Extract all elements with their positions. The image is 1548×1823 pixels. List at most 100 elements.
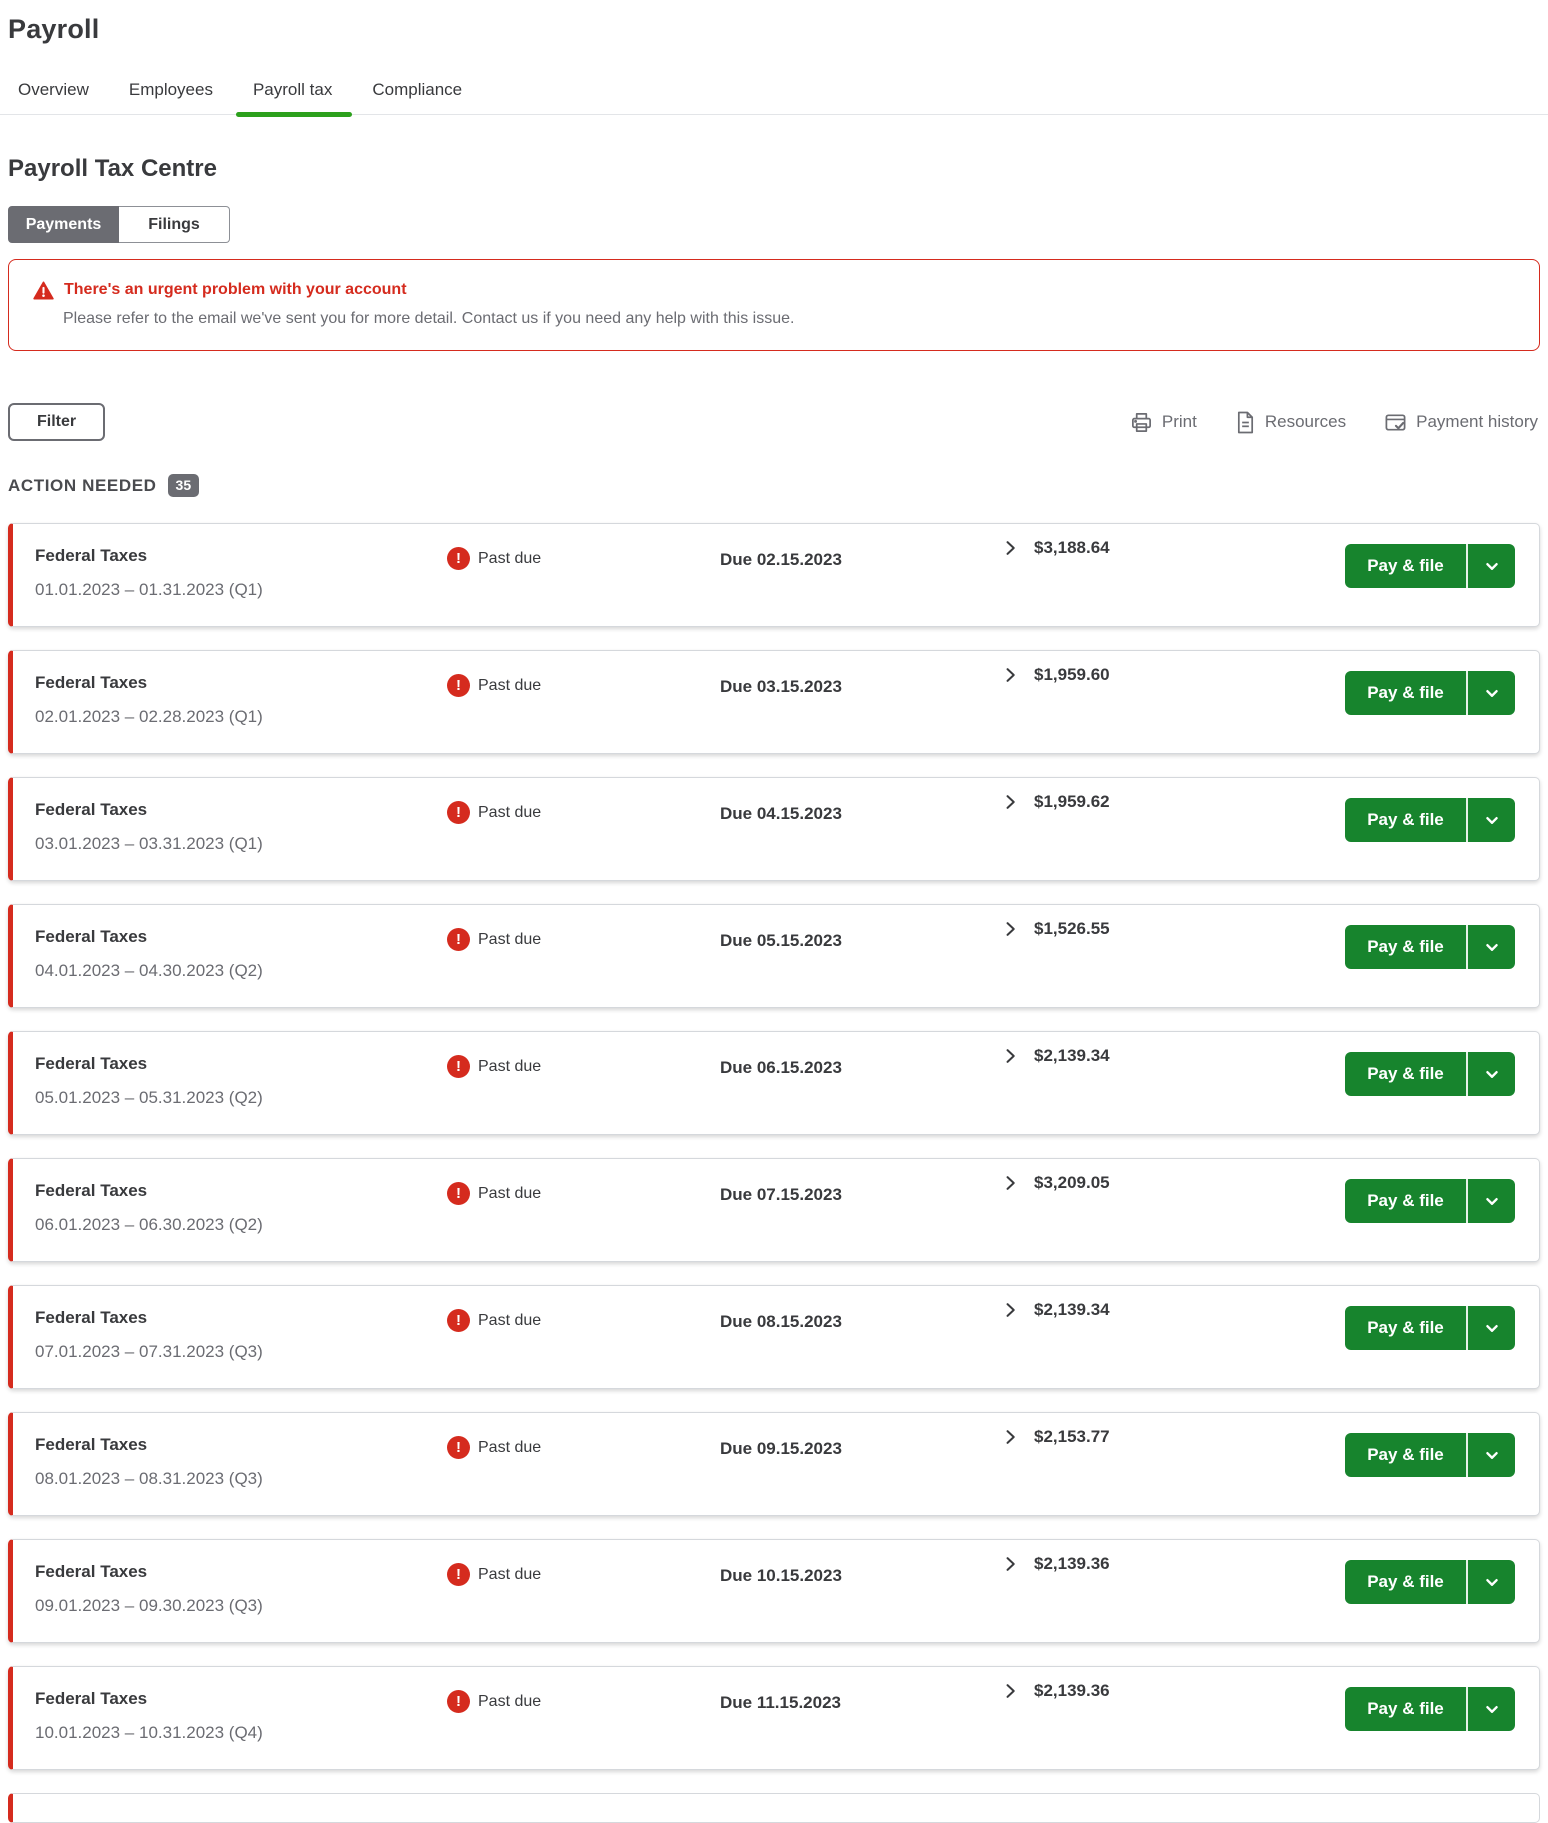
expand-row-chevron[interactable] — [998, 1044, 1022, 1068]
action-needed-list: Federal Taxes 01.01.2023 – 01.31.2023 (Q… — [0, 523, 1548, 1823]
status-label: Past due — [478, 677, 541, 695]
status-badge: Past due — [447, 1563, 541, 1586]
pay-file-button[interactable]: Pay & file — [1345, 1179, 1466, 1223]
pay-file-dropdown-toggle[interactable] — [1466, 671, 1515, 715]
amount-value: $2,139.36 — [1034, 1554, 1110, 1574]
status-badge: Past due — [447, 1055, 541, 1078]
past-due-icon — [447, 801, 470, 824]
print-icon — [1130, 411, 1153, 434]
tax-name: Federal Taxes — [35, 800, 147, 820]
pay-file-dropdown-toggle[interactable] — [1466, 1687, 1515, 1731]
print-link[interactable]: Print — [1130, 411, 1197, 434]
past-due-icon — [447, 1690, 470, 1713]
due-date: Due 05.15.2023 — [720, 931, 842, 951]
payment-row: Federal Taxes 09.01.2023 – 09.30.2023 (Q… — [8, 1539, 1540, 1643]
pay-file-button[interactable]: Pay & file — [1345, 1560, 1466, 1604]
status-label: Past due — [478, 1566, 541, 1584]
action-needed-header: ACTION NEEDED 35 — [8, 474, 1540, 497]
pay-file-dropdown-toggle[interactable] — [1466, 1560, 1515, 1604]
past-due-icon — [447, 1563, 470, 1586]
tab-employees[interactable]: Employees — [129, 80, 213, 100]
amount-value: $2,139.34 — [1034, 1046, 1110, 1066]
tax-period: 10.01.2023 – 10.31.2023 (Q4) — [35, 1723, 263, 1743]
filter-button[interactable]: Filter — [8, 403, 105, 441]
chevron-down-icon — [1481, 1317, 1503, 1339]
chevron-down-icon — [1481, 1190, 1503, 1212]
expand-row-chevron[interactable] — [998, 663, 1022, 687]
status-label: Past due — [478, 1693, 541, 1711]
payment-history-link[interactable]: Payment history — [1384, 411, 1538, 434]
tab-payroll-tax[interactable]: Payroll tax — [253, 80, 332, 100]
pay-file-button[interactable]: Pay & file — [1345, 544, 1466, 588]
status-badge: Past due — [447, 1182, 541, 1205]
expand-row-chevron[interactable] — [998, 917, 1022, 941]
amount-group: $2,153.77 — [998, 1425, 1110, 1449]
chevron-down-icon — [1481, 936, 1503, 958]
expand-row-chevron[interactable] — [998, 536, 1022, 560]
amount-group: $2,139.36 — [998, 1679, 1110, 1703]
expand-row-chevron[interactable] — [998, 1425, 1022, 1449]
document-icon — [1235, 411, 1256, 434]
payment-row: Federal Taxes 03.01.2023 – 03.31.2023 (Q… — [8, 777, 1540, 881]
tax-name: Federal Taxes — [35, 1689, 147, 1709]
pay-file-button[interactable]: Pay & file — [1345, 1433, 1466, 1477]
toolbar-links: Print Resources Payment his — [1130, 411, 1538, 434]
pay-file-button[interactable]: Pay & file — [1345, 671, 1466, 715]
due-date: Due 02.15.2023 — [720, 550, 842, 570]
pay-file-dropdown-toggle[interactable] — [1466, 925, 1515, 969]
pay-file-button[interactable]: Pay & file — [1345, 1052, 1466, 1096]
amount-group: $1,959.62 — [998, 790, 1110, 814]
chevron-down-icon — [1481, 1444, 1503, 1466]
pay-file-dropdown-toggle[interactable] — [1466, 1433, 1515, 1477]
pay-file-button[interactable]: Pay & file — [1345, 798, 1466, 842]
pay-file-button[interactable]: Pay & file — [1345, 1687, 1466, 1731]
tax-period: 05.01.2023 – 05.31.2023 (Q2) — [35, 1088, 263, 1108]
past-due-icon — [447, 928, 470, 951]
tax-name: Federal Taxes — [35, 1308, 147, 1328]
resources-link[interactable]: Resources — [1235, 411, 1346, 434]
toggle-filings[interactable]: Filings — [119, 206, 230, 243]
tab-overview[interactable]: Overview — [18, 80, 89, 100]
expand-row-chevron[interactable] — [998, 1552, 1022, 1576]
tab-compliance[interactable]: Compliance — [372, 80, 462, 100]
expand-row-chevron[interactable] — [998, 1171, 1022, 1195]
pay-file-dropdown-toggle[interactable] — [1466, 1179, 1515, 1223]
pay-file-button[interactable]: Pay & file — [1345, 1306, 1466, 1350]
pay-file-button[interactable]: Pay & file — [1345, 925, 1466, 969]
pay-file-split-button: Pay & file — [1345, 1560, 1515, 1604]
tax-name: Federal Taxes — [35, 1435, 147, 1455]
tax-period: 04.01.2023 – 04.30.2023 (Q2) — [35, 961, 263, 981]
amount-value: $1,526.55 — [1034, 919, 1110, 939]
due-date: Due 10.15.2023 — [720, 1566, 842, 1586]
pay-file-dropdown-toggle[interactable] — [1466, 798, 1515, 842]
pay-file-split-button: Pay & file — [1345, 1433, 1515, 1477]
due-date: Due 07.15.2023 — [720, 1185, 842, 1205]
status-badge: Past due — [447, 1309, 541, 1332]
pay-file-dropdown-toggle[interactable] — [1466, 1306, 1515, 1350]
expand-row-chevron[interactable] — [998, 790, 1022, 814]
payment-row: Federal Taxes 01.01.2023 – 01.31.2023 (Q… — [8, 523, 1540, 627]
due-date: Due 11.15.2023 — [720, 1693, 841, 1713]
amount-group: $1,959.60 — [998, 663, 1110, 687]
tax-period: 06.01.2023 – 06.30.2023 (Q2) — [35, 1215, 263, 1235]
expand-row-chevron[interactable] — [998, 1298, 1022, 1322]
past-due-icon — [447, 674, 470, 697]
amount-value: $1,959.62 — [1034, 792, 1110, 812]
toggle-payments[interactable]: Payments — [8, 206, 119, 243]
resources-label: Resources — [1265, 412, 1346, 432]
pay-file-split-button: Pay & file — [1345, 1052, 1515, 1096]
amount-value: $3,209.05 — [1034, 1173, 1110, 1193]
expand-row-chevron[interactable] — [998, 1679, 1022, 1703]
chevron-down-icon — [1481, 682, 1503, 704]
tax-name: Federal Taxes — [35, 546, 147, 566]
pay-file-dropdown-toggle[interactable] — [1466, 544, 1515, 588]
amount-value: $3,188.64 — [1034, 538, 1110, 558]
due-date: Due 08.15.2023 — [720, 1312, 842, 1332]
amount-value: $2,139.36 — [1034, 1681, 1110, 1701]
payment-row: Federal Taxes 02.01.2023 – 02.28.2023 (Q… — [8, 650, 1540, 754]
pay-file-dropdown-toggle[interactable] — [1466, 1052, 1515, 1096]
tax-period: 08.01.2023 – 08.31.2023 (Q3) — [35, 1469, 263, 1489]
pay-file-split-button: Pay & file — [1345, 544, 1515, 588]
status-badge: Past due — [447, 674, 541, 697]
payment-history-label: Payment history — [1416, 412, 1538, 432]
